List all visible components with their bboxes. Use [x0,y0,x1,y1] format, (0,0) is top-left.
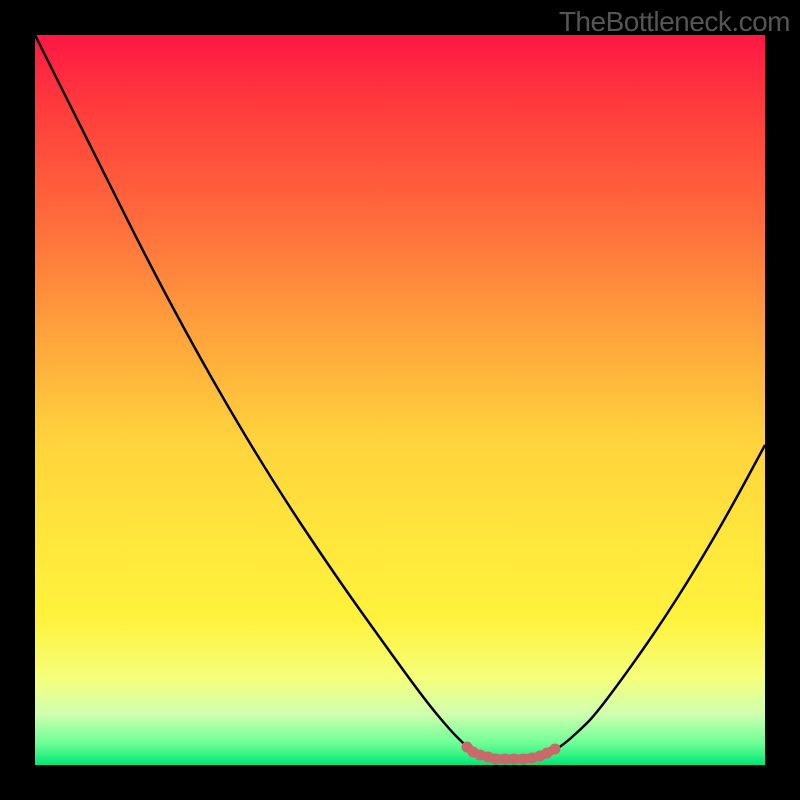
marker-group [462,742,561,765]
watermark-text: TheBottleneck.com [559,6,790,38]
plot-area [35,35,765,765]
marker-connector [467,747,555,759]
marker-dot [509,754,520,765]
chart-container: TheBottleneck.com [0,0,800,800]
marker-dot [462,742,473,753]
marker-dot [535,751,546,762]
marker-dot [475,750,486,761]
chart-svg [35,35,765,765]
marker-dot [468,747,479,758]
marker-dot [518,754,529,765]
marker-dot [500,754,511,765]
marker-dot [491,754,502,765]
marker-dot [483,752,494,763]
marker-dot [527,753,538,764]
marker-dot [542,748,553,759]
marker-dot [550,744,561,755]
bottleneck-curve [35,35,765,759]
